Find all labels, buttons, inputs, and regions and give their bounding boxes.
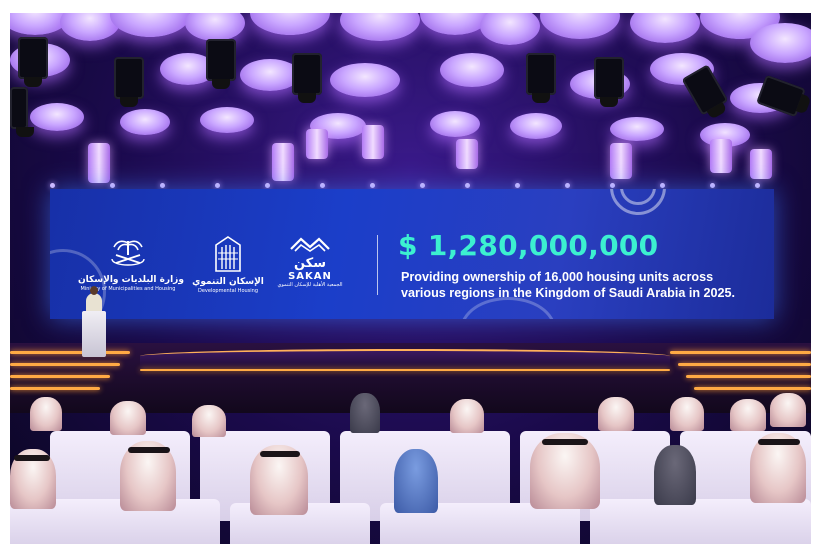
ministry-logo: وزارة البلديات والإسكان Ministry of Muni… <box>78 237 184 293</box>
sakan-name-ar: سكن <box>293 256 327 271</box>
sakan-tagline-ar: الجمعية الأهلية للإسكان التنموي <box>277 282 343 288</box>
description-line-2: various regions in the Kingdom of Saudi … <box>401 286 736 300</box>
developmental-housing-logo: الإسكان التنموي Developmental Housing <box>190 235 266 295</box>
developmental-name-en: Developmental Housing <box>197 288 259 294</box>
speaker-person <box>86 286 102 313</box>
funding-description: Providing ownership of 16,000 housing un… <box>401 269 771 301</box>
event-photo: وزارة البلديات والإسكان Ministry of Muni… <box>10 13 811 544</box>
podium <box>82 311 106 357</box>
roof-waves-icon <box>290 237 330 252</box>
developmental-name-ar: الإسكان التنموي <box>192 277 264 287</box>
description-line-1: Providing ownership of 16,000 housing un… <box>401 270 714 284</box>
building-emblem-icon <box>215 236 241 272</box>
sakan-name-en: SAKAN <box>288 271 332 282</box>
palm-and-swords-emblem-icon <box>111 240 145 266</box>
led-screen: وزارة البلديات والإسكان Ministry of Muni… <box>50 189 774 319</box>
funding-amount: $ 1,280,000,000 <box>398 229 659 262</box>
ministry-name-ar: وزارة البلديات والإسكان <box>78 275 184 285</box>
logo-divider <box>377 235 378 295</box>
sakan-logo: سكن SAKAN الجمعية الأهلية للإسكان التنمو… <box>272 235 348 289</box>
